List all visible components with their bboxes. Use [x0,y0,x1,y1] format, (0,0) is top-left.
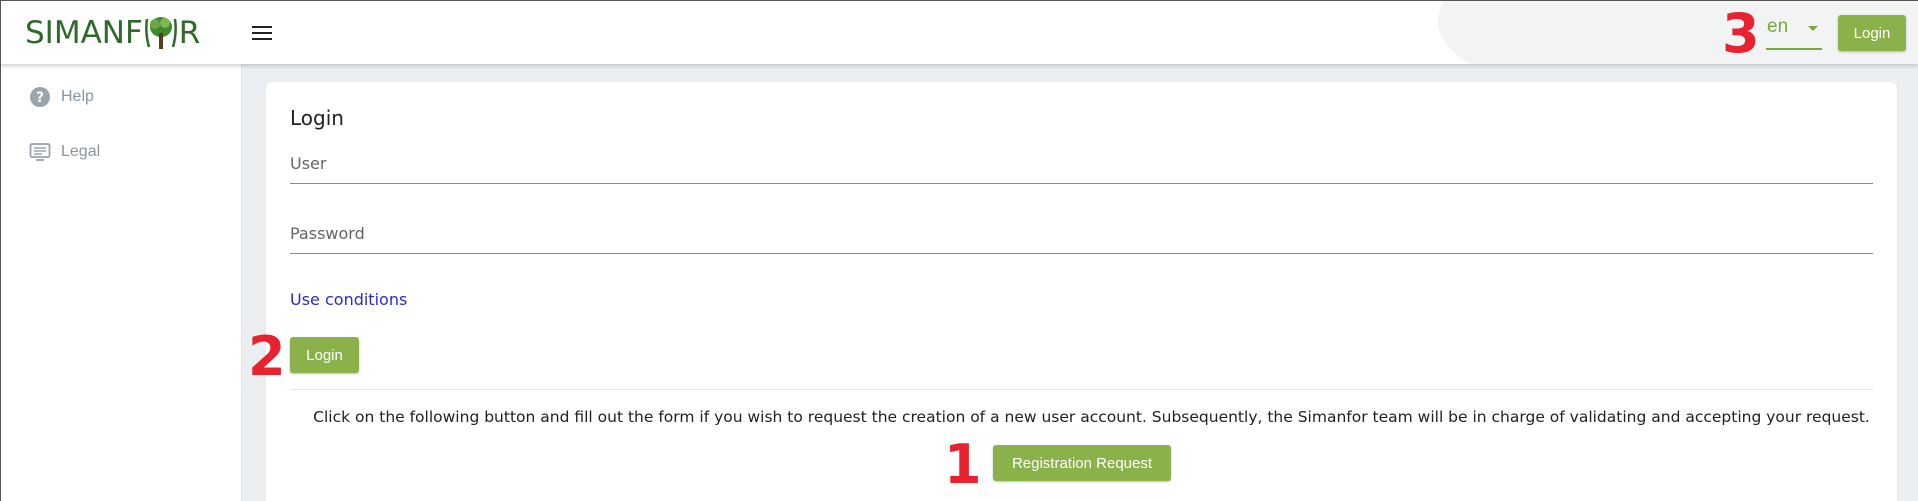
header-login-button[interactable]: Login [1838,15,1906,51]
registration-info-text: Click on the following button and fill o… [313,408,1870,426]
logo-text-right: R [178,15,201,51]
divider [290,389,1873,390]
registration-request-button[interactable]: Registration Request [993,445,1171,481]
sidebar-item-label: Help [61,88,94,105]
simanfor-logo[interactable]: SIMANF R [25,13,200,53]
logo-text-left: SIMANF [25,15,143,51]
use-conditions-link[interactable]: Use conditions [290,290,407,309]
sidebar-item-legal[interactable]: Legal [29,139,100,165]
chevron-down-icon [1808,26,1818,31]
marker-2: 2 [248,325,286,388]
sidebar-item-help[interactable]: ? Help [29,84,94,110]
marker-1: 1 [944,433,982,496]
user-input[interactable] [290,144,1873,183]
legal-document-icon [29,143,51,161]
top-header: SIMANF R [0,0,1918,64]
marker-3: 3 [1722,2,1760,65]
language-select[interactable]: en [1766,14,1822,50]
language-value: en [1767,16,1789,37]
page-title: Login [290,106,344,130]
menu-toggle-icon[interactable] [252,26,272,42]
sidebar-item-label: Legal [61,143,101,160]
login-button[interactable]: Login [290,337,359,373]
tree-logo-icon [144,17,177,49]
password-field[interactable] [290,214,1873,254]
sidebar: ? Help Legal [0,64,242,501]
svg-text:?: ? [36,90,44,106]
user-field[interactable] [290,144,1873,184]
password-input[interactable] [290,214,1873,253]
help-circle-icon: ? [30,87,50,107]
login-card: Login Use conditions Login Click on the … [266,82,1897,501]
